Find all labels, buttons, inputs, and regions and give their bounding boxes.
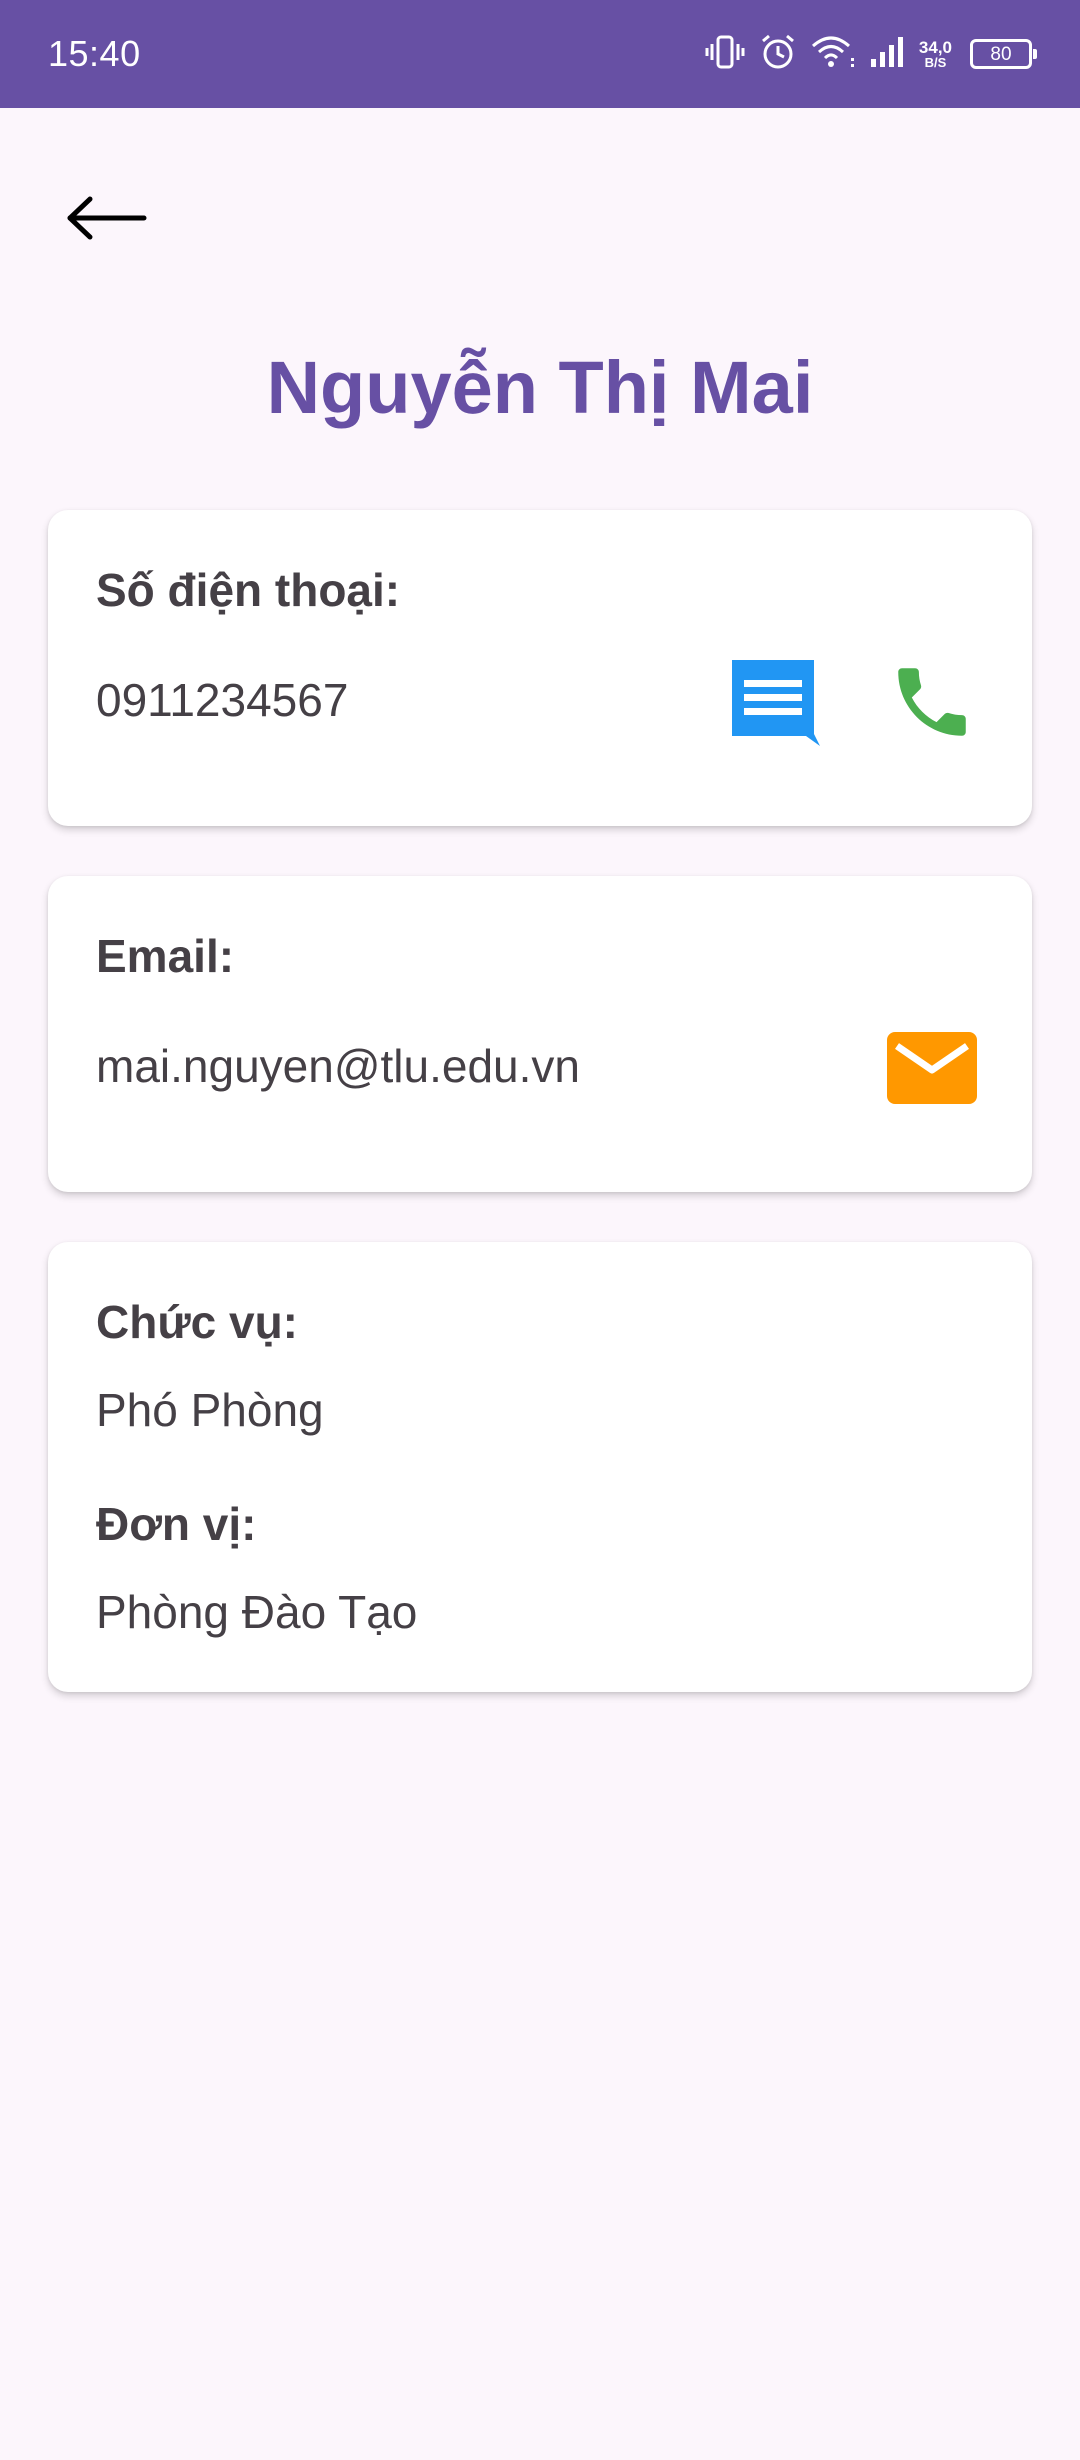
wifi-icon xyxy=(811,34,855,75)
email-label: Email: xyxy=(96,930,235,982)
position-value: Phó Phòng xyxy=(96,1384,324,1436)
battery-level: 80 xyxy=(990,43,1012,65)
call-button[interactable] xyxy=(880,652,984,756)
position-label: Chức vụ: xyxy=(96,1296,298,1348)
message-icon xyxy=(726,654,822,755)
email-card: Email: mai.nguyen@tlu.edu.vn xyxy=(48,876,1032,1192)
mail-icon xyxy=(885,1030,979,1111)
status-icons: 34,0 B/S 80 xyxy=(691,30,1037,78)
phone-icon xyxy=(887,657,977,752)
send-email-button[interactable] xyxy=(880,1018,984,1122)
battery-icon: 80 xyxy=(970,39,1037,69)
arrow-left-icon xyxy=(60,193,150,248)
unit-value: Phòng Đào Tạo xyxy=(96,1586,418,1638)
network-speed-value: 34,0 xyxy=(918,38,952,57)
info-card: Chức vụ: Phó Phòng Đơn vị: Phòng Đào Tạo xyxy=(48,1242,1032,1692)
email-value[interactable]: mai.nguyen@tlu.edu.vn xyxy=(96,1038,580,1094)
contact-name: Nguyễn Thị Mai xyxy=(266,346,814,429)
vibrate-icon xyxy=(705,34,745,75)
alarm-icon xyxy=(759,33,797,76)
message-button[interactable] xyxy=(722,652,826,756)
signal-icon xyxy=(869,35,905,74)
phone-card: Số điện thoại: 0911234567 xyxy=(48,510,1032,826)
unit-label: Đơn vị: xyxy=(96,1498,257,1550)
phone-label: Số điện thoại: xyxy=(96,564,401,616)
status-time: 15:40 xyxy=(48,33,141,74)
phone-value[interactable]: 0911234567 xyxy=(96,672,348,728)
network-speed: 34,0 B/S xyxy=(919,39,952,69)
status-bar: 15:40 34,0 B/S 80 xyxy=(0,0,1080,108)
back-button[interactable] xyxy=(60,180,160,260)
network-speed-unit: B/S xyxy=(924,55,947,70)
